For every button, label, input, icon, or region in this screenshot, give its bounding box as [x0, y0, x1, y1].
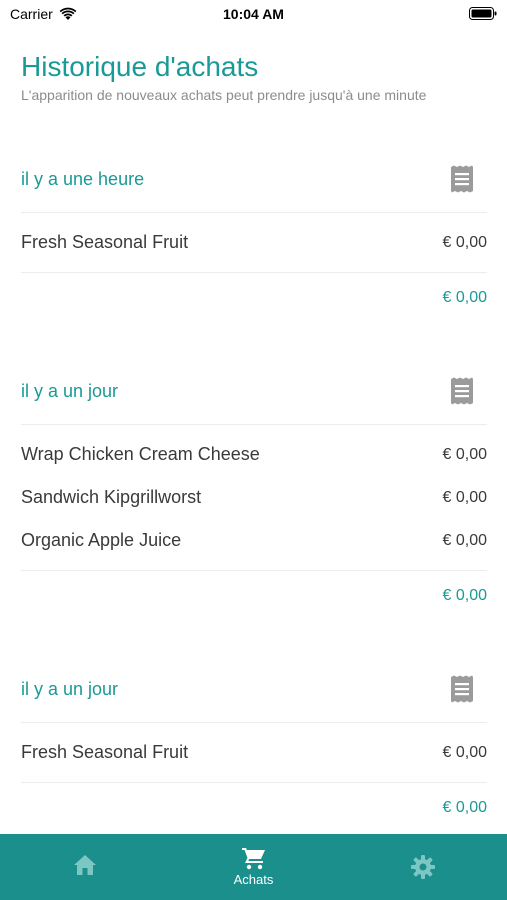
purchase-group-header: il y a un jour — [21, 658, 487, 723]
tab-label: Achats — [233, 872, 274, 887]
purchase-time: il y a une heure — [21, 169, 145, 189]
item-name: Fresh Seasonal Fruit — [21, 742, 189, 762]
home-icon — [73, 855, 96, 875]
purchase-group: il y a une heure Fresh Seasonal Fruit € … — [21, 148, 487, 323]
item-price: € 0,00 — [442, 488, 487, 506]
purchase-total: € 0,00 — [442, 799, 487, 816]
purchase-item: Sandwich Kipgrillworst € 0,00 — [21, 476, 487, 519]
purchase-group: il y a un jour Wrap Chicken Cream Cheese… — [21, 360, 487, 621]
tab-bar: Achats — [0, 834, 507, 900]
cart-icon — [241, 848, 265, 870]
purchase-items: Fresh Seasonal Fruit € 0,00 — [21, 723, 487, 783]
item-name: Organic Apple Juice — [21, 530, 182, 550]
item-price: € 0,00 — [442, 445, 487, 463]
purchase-time: il y a un jour — [21, 381, 119, 401]
purchase-item: Organic Apple Juice € 0,00 — [21, 519, 487, 562]
purchase-group: il y a un jour Fresh Seasonal Fruit € 0,… — [21, 658, 487, 833]
item-name: Sandwich Kipgrillworst — [21, 487, 202, 507]
receipt-icon[interactable] — [447, 164, 477, 194]
item-name: Fresh Seasonal Fruit — [21, 232, 189, 252]
purchase-items: Wrap Chicken Cream Cheese € 0,00 Sandwic… — [21, 425, 487, 571]
receipt-icon[interactable] — [447, 376, 477, 406]
purchase-items: Fresh Seasonal Fruit € 0,00 — [21, 213, 487, 273]
page-title: Historique d'achats — [21, 51, 259, 82]
battery-icon — [469, 7, 497, 20]
page-subtitle: L'apparition de nouveaux achats peut pre… — [21, 87, 427, 103]
purchase-total: € 0,00 — [442, 289, 487, 306]
purchase-total: € 0,00 — [442, 587, 487, 604]
item-name: Wrap Chicken Cream Cheese — [21, 444, 260, 464]
purchase-item: Wrap Chicken Cream Cheese € 0,00 — [21, 433, 487, 476]
gear-icon — [410, 855, 435, 879]
purchase-group-header: il y a une heure — [21, 148, 487, 213]
item-price: € 0,00 — [442, 233, 487, 251]
status-bar: Carrier 10:04 AM — [0, 0, 507, 30]
clock: 10:04 AM — [223, 6, 284, 22]
item-price: € 0,00 — [442, 531, 487, 549]
purchase-time: il y a un jour — [21, 679, 119, 699]
purchase-item: Fresh Seasonal Fruit € 0,00 — [21, 221, 487, 264]
page-header: Historique d'achats L'apparition de nouv… — [21, 50, 481, 105]
tab-home[interactable] — [0, 834, 169, 900]
purchase-item: Fresh Seasonal Fruit € 0,00 — [21, 731, 487, 774]
tab-achats[interactable]: Achats — [169, 834, 338, 900]
purchase-group-header: il y a un jour — [21, 360, 487, 425]
item-price: € 0,00 — [442, 743, 487, 761]
tab-settings[interactable] — [338, 834, 507, 900]
receipt-icon[interactable] — [447, 674, 477, 704]
